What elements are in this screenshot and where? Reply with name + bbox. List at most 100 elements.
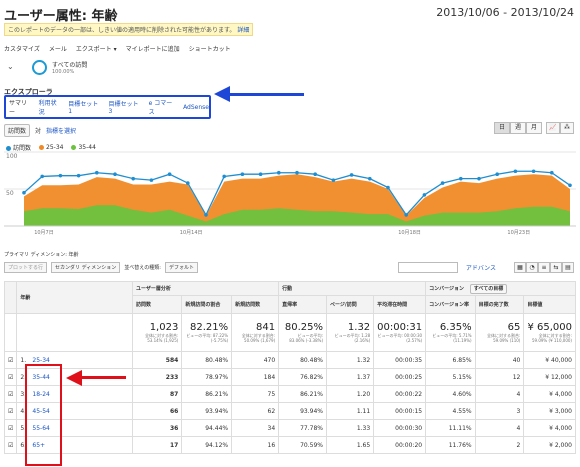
motion-chart-icon[interactable]: ⁂ <box>560 122 574 134</box>
group-header-conversion: コンバージョン すべての目標 <box>425 281 576 296</box>
vs-label: 対 <box>35 128 42 135</box>
granularity-month[interactable]: 月 <box>526 122 542 134</box>
percentage-view-icon[interactable]: ◔ <box>526 262 538 273</box>
metric-cell: 12 <box>474 368 525 386</box>
point-visits <box>22 190 26 195</box>
metric-cell: 76.82% <box>278 368 327 386</box>
table-search-input[interactable] <box>398 262 458 273</box>
line-chart-icon[interactable]: 📈 <box>546 122 560 134</box>
y-tick-label: 100 <box>6 153 18 160</box>
pivot-view-icon[interactable]: ▤ <box>562 262 574 273</box>
total-cell: ¥ 65,000 全体に対する割合: 59.09% (¥ 110,000) <box>523 313 576 352</box>
granularity-day[interactable]: 日 <box>494 122 510 134</box>
notice-text: このレポートのデータの一部は、しきい値の適用時に削除された可能性があります。 <box>8 27 236 34</box>
point-visits <box>76 173 81 178</box>
col-new-visit-pct[interactable]: 新規訪問の割合 <box>181 295 233 314</box>
point-visits <box>440 181 445 185</box>
advanced-filter-link[interactable]: アドバンス <box>466 263 496 272</box>
chevron-down-icon[interactable]: ⌄ <box>7 62 14 71</box>
date-range-selector[interactable]: 2013/10/06 - 2013/10/24 <box>436 6 574 19</box>
row-checkbox[interactable]: ☑ <box>3 351 18 369</box>
metric-cell: ¥ 12,000 <box>523 368 576 386</box>
row-checkbox[interactable]: ☑ <box>3 402 18 420</box>
tab-goal-set-3[interactable]: 目標セット 3 <box>108 99 140 115</box>
col-bounce-rate[interactable]: 直帰率 <box>278 295 327 314</box>
y-tick-label: 50 <box>6 190 14 197</box>
point-visits <box>58 173 63 178</box>
point-visits <box>513 169 518 174</box>
row-checkbox[interactable]: ☑ <box>3 368 18 386</box>
granularity-week[interactable]: 週 <box>510 122 526 134</box>
goal-selector-dropdown[interactable]: すべての目標 <box>469 284 508 294</box>
metric-cell: 17 <box>131 436 183 454</box>
tab-summary[interactable]: サマリー <box>9 98 31 116</box>
dimension-header[interactable]: 年齢 <box>16 281 133 314</box>
age-link[interactable]: 25-34 <box>32 357 49 364</box>
metric-cell: 2 <box>474 436 525 454</box>
metric-cell: 00:00:22 <box>373 385 427 403</box>
row-checkbox[interactable]: ☑ <box>3 436 18 454</box>
point-visits <box>495 172 500 176</box>
col-visits[interactable]: 訪問数 <box>131 295 183 314</box>
metric-cell: 00:00:25 <box>373 368 427 386</box>
export-button[interactable]: エクスポート ▾ <box>76 44 117 53</box>
metric-cell: 77.78% <box>278 419 327 437</box>
point-visits <box>459 176 463 181</box>
select-metric-link[interactable]: 指標を選択 <box>46 126 76 135</box>
data-table-view-icon[interactable]: ▦ <box>514 262 526 273</box>
total-cell: 80.25% ビューの平均: 83.06% (-3.38%) <box>278 313 327 352</box>
metric-cell: 86.21% <box>181 385 233 403</box>
tab-ecommerce[interactable]: e コマース <box>149 98 175 116</box>
total-value: 80.25% <box>284 322 323 333</box>
metric-cell: 3 <box>474 402 525 420</box>
tab-usage[interactable]: 利用状況 <box>39 98 61 116</box>
row-checkbox[interactable]: ☑ <box>3 385 18 403</box>
metric-cell: 34 <box>231 419 280 437</box>
point-visits <box>313 172 318 176</box>
performance-view-icon[interactable]: ≡ <box>538 262 550 273</box>
tab-adsense[interactable]: AdSense <box>183 104 209 111</box>
add-to-dashboard-button[interactable]: マイレポートに追加 <box>126 44 180 53</box>
total-cell: 82.21% ビューの平均: 87.22% (-5.75%) <box>181 313 233 352</box>
table-view-icons: ▦ ◔ ≡ ⇆ ▤ <box>514 262 574 273</box>
point-visits <box>258 172 263 176</box>
comparison-view-icon[interactable]: ⇆ <box>550 262 562 273</box>
table-row: ☑ 6. 65+ 17 94.12% 16 70.59% 1.65 00:00:20 11.76%… <box>3 436 576 454</box>
table-row: ☑ 4. 45-54 66 93.94% 62 93.94% 1.11 00:00:15 4.55… <box>3 402 576 420</box>
secondary-dimension-dropdown[interactable]: セカンダリ ディメンション <box>51 262 121 273</box>
metric-cell: 00:00:30 <box>373 419 427 437</box>
granularity-toggle: 日 週 月 <box>494 122 542 134</box>
email-button[interactable]: メール <box>49 44 67 53</box>
metric-cell: 1.37 <box>325 368 375 386</box>
total-subtext: ビューの平均: 1.28 (2.16%) <box>334 333 371 343</box>
report-actions: カスタマイズ メール エクスポート ▾ マイレポートに追加 ショートカット <box>4 44 231 53</box>
col-goal-value[interactable]: 目標値 <box>523 295 576 314</box>
segment-name[interactable]: すべての訪問 <box>52 60 87 69</box>
shortcut-button[interactable]: ショートカット <box>189 44 231 53</box>
segment-percent: 100.00% <box>52 69 75 75</box>
tab-goal-set-1[interactable]: 目標セット 1 <box>68 99 100 115</box>
metric-dropdown[interactable]: 訪問数 <box>4 124 31 137</box>
plot-rows-button[interactable]: プロットする行 <box>4 262 48 273</box>
col-pages-per-visit[interactable]: ページ/訪問 <box>325 295 375 314</box>
point-visits <box>40 174 44 179</box>
row-checkbox[interactable]: ☑ <box>3 419 18 437</box>
metric-cell: 16 <box>231 436 280 454</box>
point-visits <box>277 170 281 175</box>
sort-type-dropdown[interactable]: デフォルト <box>164 262 198 273</box>
x-tick-label: 10月7日 <box>34 230 54 236</box>
col-avg-duration[interactable]: 平均滞在時間 <box>373 295 427 314</box>
total-subtext: ビューの平均: 87.22% (-5.75%) <box>186 333 229 343</box>
metric-cell: 80.48% <box>181 351 233 369</box>
col-conversion-rate[interactable]: コンバージョン率 <box>425 295 476 314</box>
notice-details-link[interactable]: 詳細 <box>237 27 249 34</box>
point-visits <box>149 178 154 182</box>
customize-button[interactable]: カスタマイズ <box>4 44 40 53</box>
total-cell: 65 全体に対する割合: 59.09% (110) <box>474 313 525 352</box>
point-visits <box>204 213 208 217</box>
col-goal-completions[interactable]: 目標の完了数 <box>474 295 525 314</box>
col-new-visits[interactable]: 新規訪問数 <box>231 295 280 314</box>
metric-cell: ¥ 4,000 <box>523 419 576 437</box>
total-value: 1.32 <box>347 322 371 333</box>
metric-cell: ¥ 40,000 <box>523 351 576 369</box>
